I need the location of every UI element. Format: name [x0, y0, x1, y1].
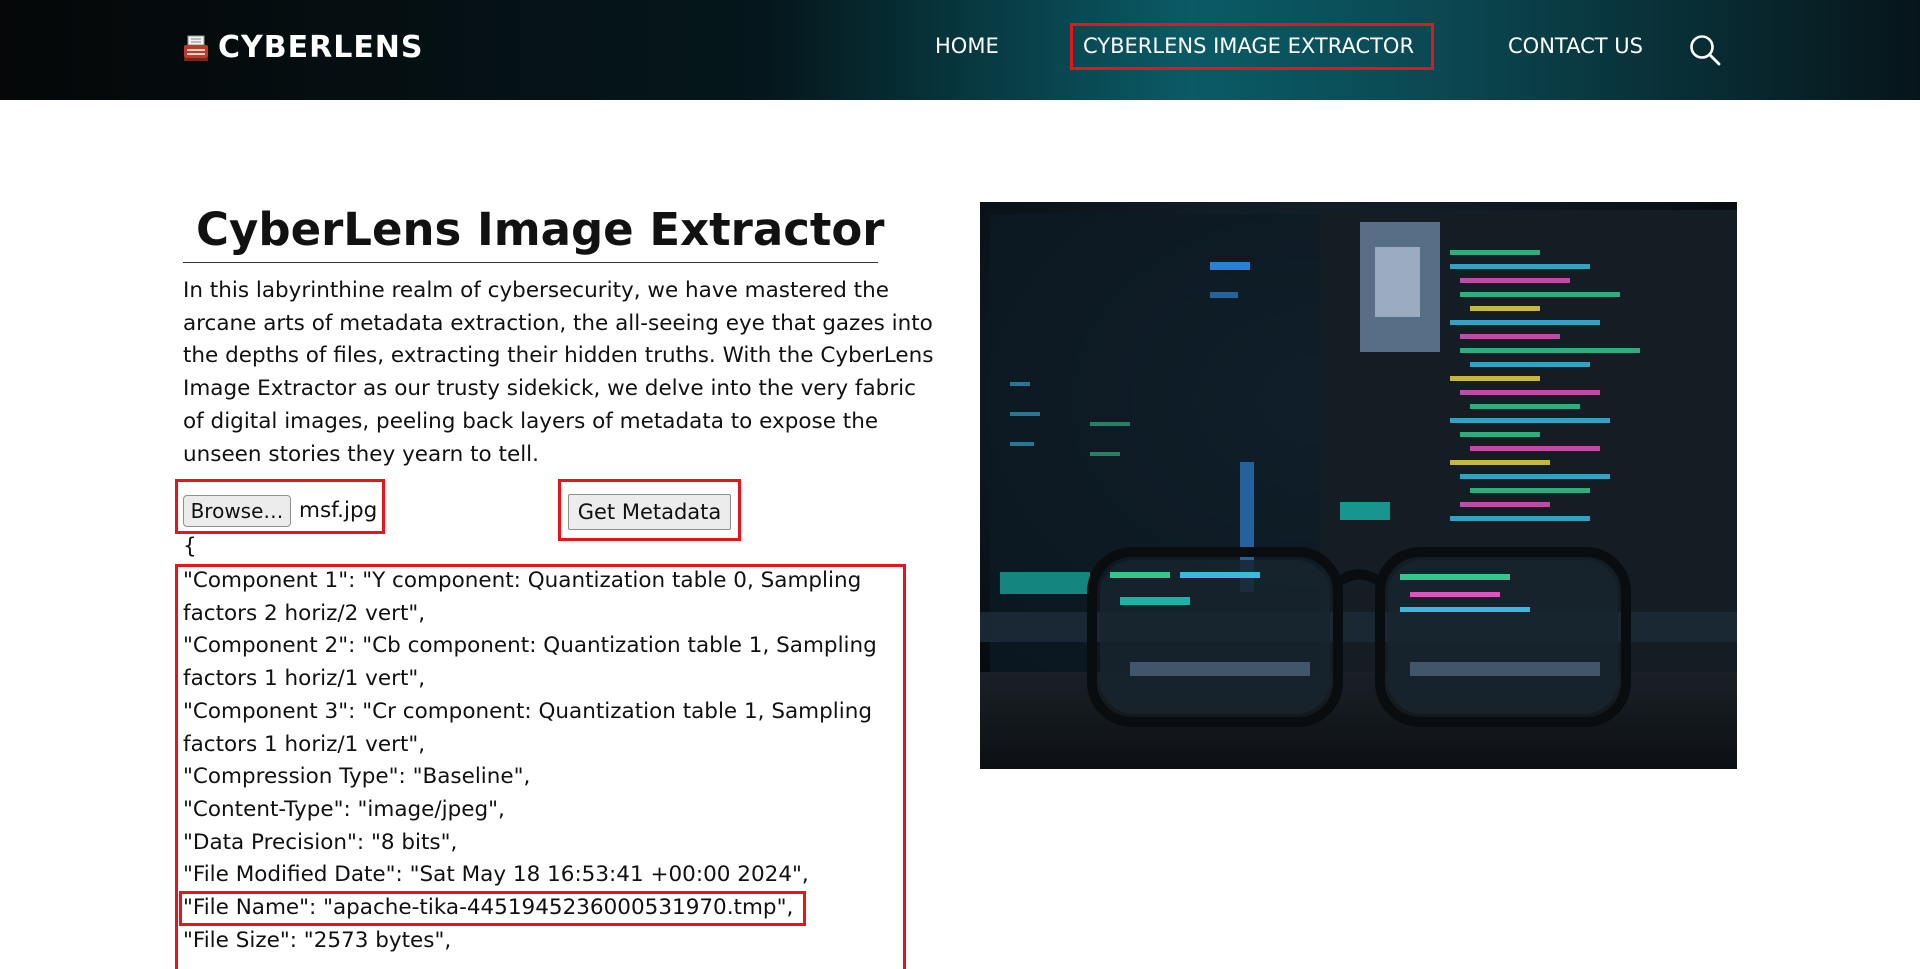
title-underline — [183, 262, 878, 263]
brand-name: CYBERLENS — [218, 30, 424, 65]
get-metadata-button[interactable]: Get Metadata — [568, 494, 731, 530]
metadata-line: "File Size": "2573 bytes", — [183, 927, 452, 953]
metadata-line: "Component 3": "Cr component: Quantizati… — [183, 698, 872, 757]
hero-image-glasses-code-screens — [980, 202, 1737, 769]
page-title: CyberLens Image Extractor — [196, 203, 885, 256]
search-icon[interactable] — [1688, 33, 1722, 67]
metadata-line: "Component 1": "Y component: Quantizatio… — [183, 568, 862, 626]
navbar: CYBERLENS HOME CYBERLENS IMAGE EXTRACTOR… — [0, 0, 1920, 100]
browse-button[interactable]: Browse… — [183, 495, 291, 527]
nav-contact-link[interactable]: CONTACT US — [1508, 34, 1643, 58]
metadata-line: "Component 2": "Cb component: Quantizati… — [183, 633, 877, 692]
file-name-highlight — [179, 891, 806, 926]
metadata-line: "File Modified Date": "Sat May 18 16:53:… — [183, 862, 809, 888]
brand-logo[interactable]: CYBERLENS — [182, 30, 424, 65]
hero-illustration — [980, 202, 1737, 769]
metadata-line: "Compression Type": "Baseline", — [183, 764, 531, 790]
nav-extractor-link[interactable]: CYBERLENS IMAGE EXTRACTOR — [1083, 34, 1414, 58]
typewriter-icon — [184, 35, 208, 61]
intro-paragraph: In this labyrinthine realm of cybersecur… — [183, 278, 934, 467]
json-open-brace: { — [183, 534, 197, 559]
selected-file-name: msf.jpg — [299, 498, 378, 523]
metadata-line: "Content-Type": "image/jpeg", — [183, 796, 505, 822]
nav-home-link[interactable]: HOME — [935, 34, 999, 58]
metadata-line: "Data Precision": "8 bits", — [183, 829, 458, 855]
